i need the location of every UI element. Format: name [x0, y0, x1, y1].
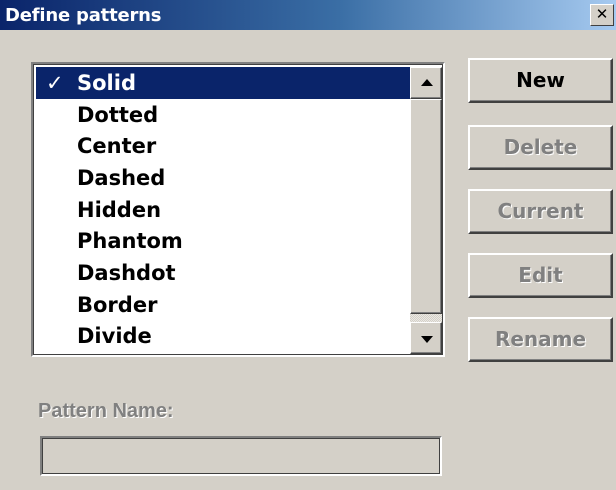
list-item-dashed[interactable]: Dashed — [36, 162, 410, 194]
close-icon[interactable]: ✕ — [590, 4, 614, 26]
list-item-border[interactable]: Border — [36, 289, 410, 321]
rename-button[interactable]: Rename — [468, 317, 613, 362]
window-title: Define patterns — [5, 5, 162, 26]
list-item-label: Border — [77, 293, 158, 317]
list-item-label: Phantom — [77, 229, 183, 253]
title-bar[interactable]: Define patterns ✕ — [0, 0, 616, 30]
new-button[interactable]: New — [468, 58, 613, 103]
list-item-dashdot[interactable]: Dashdot — [36, 257, 410, 289]
list-item-phantom[interactable]: Phantom — [36, 225, 410, 257]
list-item-label: Dotted — [77, 103, 159, 127]
arrow-down-icon — [421, 336, 433, 343]
list-item-dotted[interactable]: Dotted — [36, 99, 410, 131]
list-item-label: Dashdot — [77, 261, 176, 285]
delete-button[interactable]: Delete — [468, 125, 613, 170]
pattern-name-field[interactable] — [40, 436, 442, 476]
scroll-down-button[interactable] — [410, 322, 442, 354]
list-item-divide[interactable]: Divide — [36, 320, 410, 352]
scroll-thumb[interactable] — [410, 99, 442, 314]
pattern-name-label: Pattern Name: — [38, 400, 174, 422]
list-item-hidden[interactable]: Hidden — [36, 194, 410, 226]
list-item-label: Divide — [77, 324, 152, 348]
list-item-label: Hidden — [77, 198, 162, 222]
check-icon: ✓ — [46, 71, 64, 95]
arrow-up-icon — [421, 79, 433, 86]
list-scrollbar[interactable] — [410, 67, 442, 354]
scroll-up-button[interactable] — [410, 67, 442, 99]
list-item-label: Center — [77, 134, 157, 158]
edit-button[interactable]: Edit — [468, 253, 613, 298]
pattern-listbox[interactable]: ✓ Solid Dotted Center Dashed Hidden Phan… — [31, 62, 445, 357]
list-item-label: Solid — [77, 71, 136, 95]
list-item-center[interactable]: Center — [36, 130, 410, 162]
current-button[interactable]: Current — [468, 189, 613, 234]
list-item-label: Dashed — [77, 166, 166, 190]
pattern-list: ✓ Solid Dotted Center Dashed Hidden Phan… — [36, 67, 410, 354]
list-item-solid[interactable]: ✓ Solid — [36, 67, 410, 99]
